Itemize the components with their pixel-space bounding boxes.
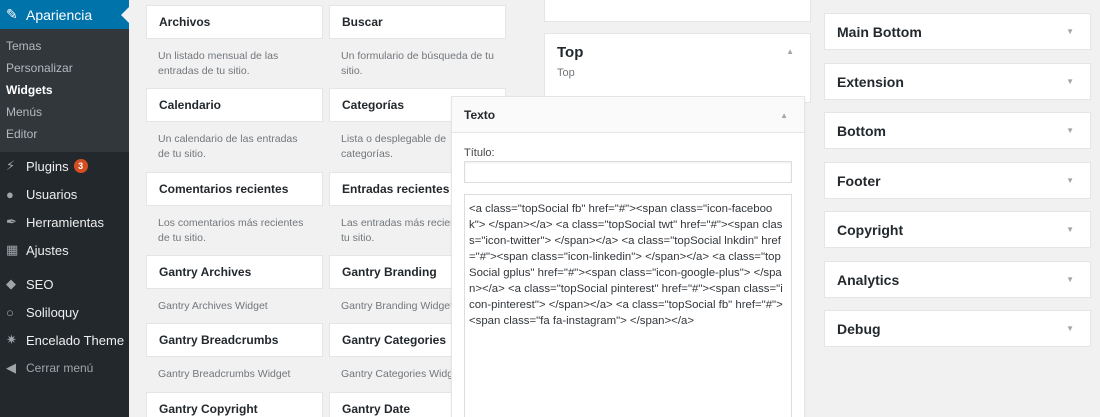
text-widget-title: Texto [464,107,496,122]
area-title: Bottom [837,122,886,139]
text-content-field[interactable]: <a class="topSocial fb" href="#"><span c… [464,194,792,417]
menu-seo-label: SEO [26,276,54,292]
widget-title[interactable]: Gantry Archives [146,255,323,289]
collapse-menu-label: Cerrar menú [26,361,94,375]
expand-arrow-icon[interactable]: ▼ [1066,324,1074,333]
submenu-widgets[interactable]: Widgets [0,79,129,101]
menu-soliloquy-label: Soliloquy [26,304,79,320]
area-title: Footer [837,172,881,189]
menu-plugins[interactable]: ⚡ Plugins 3 [0,152,129,180]
settings-icon: ▦ [6,242,19,257]
widget-title[interactable]: Archivos [146,5,323,39]
soliloquy-icon: ○ [6,304,14,320]
menu-encelado-label: Encelado Theme [26,332,125,348]
widget-calendario[interactable]: Calendario Un calendario de las entradas… [146,88,323,162]
seo-icon: ◆ [6,276,16,291]
text-widget-editor: Texto ▲ Título: <a class="topSocial fb" … [451,96,805,417]
expand-arrow-icon[interactable]: ▼ [1066,77,1074,86]
area-title: Copyright [837,221,904,238]
widget-description: Un calendario de las entradas de tu siti… [158,133,298,160]
area-debug[interactable]: Debug ▼ [824,310,1091,347]
widget-title[interactable]: Comentarios recientes [146,172,323,206]
widget-gantry-copyright[interactable]: Gantry Copyright [146,392,323,417]
menu-apariencia-label: Apariencia [26,6,93,23]
area-title: Analytics [837,271,900,288]
area-analytics[interactable]: Analytics ▼ [824,261,1091,298]
area-title: Extension [837,73,904,90]
sidebar-top[interactable]: Top Top ▲ [544,33,811,103]
widget-gantry-breadcrumbs[interactable]: Gantry Breadcrumbs Gantry Breadcrumbs Wi… [146,323,323,382]
collapse-arrow-icon[interactable]: ▲ [780,111,788,120]
apariencia-submenu: Temas Personalizar Widgets Menús Editor [0,29,129,152]
widget-comentarios-recientes[interactable]: Comentarios recientes Los comentarios má… [146,172,323,246]
widget-title[interactable]: Calendario [146,88,323,122]
title-field-label: Título: [464,147,495,159]
title-field[interactable] [464,161,792,183]
submenu-personalizar[interactable]: Personalizar [0,57,129,79]
menu-soliloquy[interactable]: ○ Soliloquy [0,298,129,326]
expand-arrow-icon[interactable]: ▼ [1066,176,1074,185]
collapse-menu-button[interactable]: ◀ Cerrar menú [0,354,129,382]
plug-icon: ⚡ [6,158,16,173]
widget-archivos[interactable]: Archivos Un listado mensual de las entra… [146,5,323,79]
widget-description: Un formulario de búsqueda de tu sitio. [341,50,494,77]
menu-usuarios[interactable]: ● Usuarios [0,180,129,208]
area-main-bottom[interactable]: Main Bottom ▼ [824,13,1091,50]
admin-sidebar: ✎ Apariencia Temas Personalizar Widgets … [0,0,129,417]
menu-usuarios-label: Usuarios [26,186,78,202]
wrench-icon: ✒ [6,214,17,229]
collapse-arrow-icon[interactable]: ▲ [786,47,794,56]
area-title: Debug [837,320,881,337]
menu-apariencia[interactable]: ✎ Apariencia [0,0,129,29]
menu-herramientas[interactable]: ✒ Herramientas [0,208,129,236]
area-title: Main Bottom [837,23,922,40]
expand-arrow-icon[interactable]: ▼ [1066,275,1074,284]
menu-herramientas-label: Herramientas [26,214,105,230]
widget-title[interactable]: Buscar [329,5,506,39]
submenu-editor[interactable]: Editor [0,123,129,145]
collapse-icon: ◀ [6,360,16,375]
widget-buscar[interactable]: Buscar Un formulario de búsqueda de tu s… [329,5,506,79]
expand-arrow-icon[interactable]: ▼ [1066,225,1074,234]
text-widget-header[interactable]: Texto ▲ [452,97,804,133]
user-icon: ● [6,186,14,202]
expand-arrow-icon[interactable]: ▼ [1066,126,1074,135]
brush-icon: ✎ [6,6,18,22]
widget-description: Un listado mensual de las entradas de tu… [158,50,279,77]
sidebar-top-title: Top [557,44,584,61]
widget-description: Gantry Archives Widget [158,300,268,312]
gear-icon: ✷ [6,332,17,347]
plugins-update-badge: 3 [73,159,88,173]
expand-arrow-icon[interactable]: ▼ [1066,27,1074,36]
sidebar-top-subtitle: Top [557,67,575,79]
area-footer[interactable]: Footer ▼ [824,162,1091,199]
sidebar-pane-collapsed[interactable] [544,0,811,22]
widget-title[interactable]: Gantry Copyright [146,392,323,417]
submenu-temas[interactable]: Temas [0,35,129,57]
area-bottom[interactable]: Bottom ▼ [824,112,1091,149]
menu-ajustes-label: Ajustes [26,242,69,258]
menu-plugins-label: Plugins [26,158,69,174]
submenu-menus[interactable]: Menús [0,101,129,123]
widget-description: Gantry Breadcrumbs Widget [158,368,291,380]
widget-description: Los comentarios más recientes de tu siti… [158,217,304,244]
widget-gantry-archives[interactable]: Gantry Archives Gantry Archives Widget [146,255,323,314]
widget-title[interactable]: Gantry Breadcrumbs [146,323,323,357]
area-extension[interactable]: Extension ▼ [824,63,1091,100]
menu-seo[interactable]: ◆ SEO [0,270,129,298]
menu-ajustes[interactable]: ▦ Ajustes [0,236,129,264]
menu-encelado-theme[interactable]: ✷ Encelado Theme [0,326,129,354]
area-copyright[interactable]: Copyright ▼ [824,211,1091,248]
